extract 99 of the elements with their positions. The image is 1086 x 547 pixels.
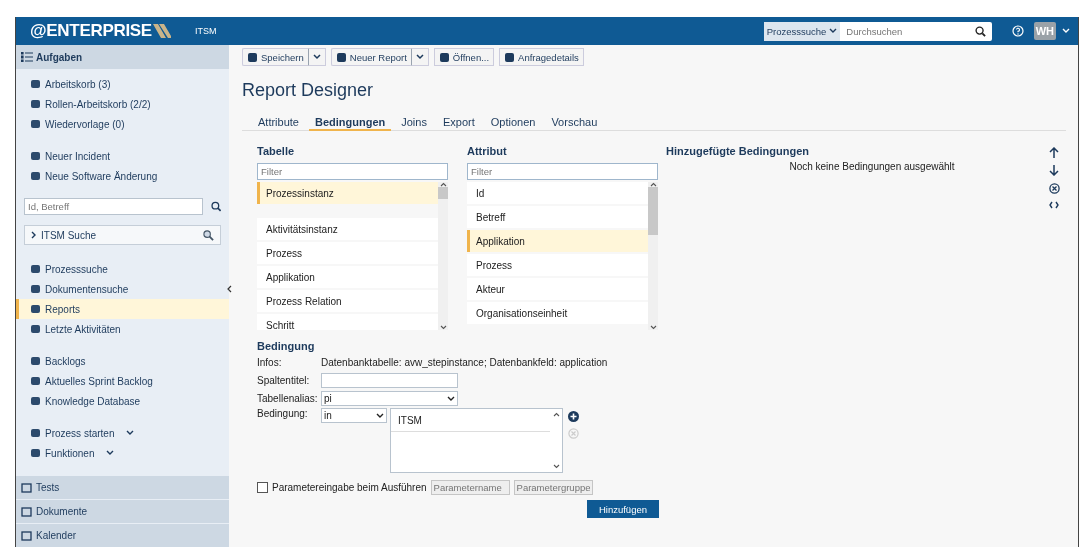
scroll-down-icon[interactable] xyxy=(553,464,560,469)
search-scope-dropdown[interactable]: Prozesssuche xyxy=(763,21,841,41)
chevron-right-icon xyxy=(31,231,37,239)
scroll-up-icon[interactable] xyxy=(439,182,447,187)
column-title-field[interactable] xyxy=(321,373,458,388)
sidebar-item[interactable]: Dokumentensuche xyxy=(16,279,229,299)
sidebar-section[interactable]: Tests xyxy=(16,476,229,499)
checkbox-label: Parametereingabe beim Ausführen xyxy=(272,482,427,493)
page-title: Report Designer xyxy=(242,80,375,102)
toolbar-button[interactable]: Anfragedetails xyxy=(499,48,584,66)
sidebar-item[interactable]: Backlogs xyxy=(16,351,229,371)
chevron-down-icon xyxy=(312,54,321,60)
chevron-down-icon xyxy=(106,450,115,456)
scrollbar-thumb[interactable] xyxy=(438,187,448,199)
search-icon[interactable] xyxy=(210,201,221,212)
list-icon xyxy=(21,52,33,62)
arrow-down-icon[interactable] xyxy=(1049,165,1059,176)
tab[interactable]: Bedingungen xyxy=(308,116,392,131)
sidebar-item[interactable]: Arbeitskorb (3) xyxy=(16,74,229,94)
checkbox[interactable] xyxy=(257,482,268,493)
scrollbar[interactable] xyxy=(648,182,658,330)
dropdown-button[interactable] xyxy=(411,48,429,66)
sidebar-item[interactable]: Aktuelles Sprint Backlog xyxy=(16,371,229,391)
remove-icon[interactable] xyxy=(1048,183,1060,194)
sidebar-section[interactable]: Dokumente xyxy=(16,500,229,523)
scroll-up-icon[interactable] xyxy=(649,182,657,187)
sidebar-item[interactable]: Letzte Aktivitäten xyxy=(16,319,229,339)
info-text: Datenbanktabelle: avw_stepinstance; Datenbankfeld: application xyxy=(321,357,608,368)
add-icon[interactable] xyxy=(568,411,579,422)
toolbar-button[interactable]: Neuer Report xyxy=(330,48,412,66)
empty-message: Noch keine Bedingungen ausgewählt xyxy=(788,161,956,172)
add-button[interactable]: Hinzufügen xyxy=(586,500,659,518)
values-list[interactable]: ITSM xyxy=(390,408,563,473)
field-label: Bedingung: xyxy=(257,408,309,419)
global-search-field[interactable]: Prozesssuche Durchsuchen xyxy=(763,21,992,41)
field-label: Tabellenalias: xyxy=(257,393,319,404)
sidebar-item[interactable]: Neuer Incident xyxy=(16,146,229,166)
toolbar-button[interactable]: Öffnen... xyxy=(433,48,495,66)
list-item[interactable]: Akteur xyxy=(467,278,648,300)
chevron-down-icon[interactable] xyxy=(1062,28,1070,34)
logo[interactable]: @ENTERPRISE xyxy=(30,21,171,41)
chevron-down-icon xyxy=(126,430,135,436)
sidebar-title: Aufgaben xyxy=(36,51,83,63)
field-label: Spaltentitel: xyxy=(257,375,311,386)
list-item[interactable]: Prozessinstanz xyxy=(257,182,438,204)
tab[interactable]: Attribute xyxy=(252,116,305,131)
tab[interactable]: Export xyxy=(436,116,481,131)
id-search-field[interactable]: Id, Betreff xyxy=(24,198,203,215)
sidebar-item[interactable]: Funktionen xyxy=(16,443,229,463)
column-heading: Attribut xyxy=(467,145,508,159)
sidebar-item[interactable]: Prozesssuche xyxy=(16,259,229,279)
scroll-down-icon[interactable] xyxy=(439,325,447,330)
code-icon[interactable] xyxy=(1049,201,1059,209)
logo-stripes-icon xyxy=(152,24,171,38)
scroll-up-icon[interactable] xyxy=(553,412,560,417)
scrollbar-thumb[interactable] xyxy=(648,187,658,235)
column-heading: Tabelle xyxy=(257,145,296,159)
filter-field[interactable]: Filter xyxy=(467,163,658,180)
list-item[interactable]: Aktivitätsinstanz xyxy=(257,218,438,240)
column-heading: Hinzugefügte Bedingungen xyxy=(666,145,810,159)
toolbar-button[interactable]: Speichern xyxy=(242,48,309,66)
sidebar-item[interactable]: Knowledge Database xyxy=(16,391,229,411)
filter-field[interactable]: Filter xyxy=(257,163,448,180)
list-item[interactable]: Organisationseinheit xyxy=(467,302,648,324)
scrollbar[interactable] xyxy=(438,182,448,330)
search-icon xyxy=(203,229,214,241)
list-item[interactable]: Prozess xyxy=(467,254,648,276)
tab[interactable]: Joins xyxy=(395,116,433,131)
sidebar-item[interactable]: Neue Software Änderung xyxy=(16,166,229,186)
value-item[interactable]: ITSM xyxy=(391,409,550,432)
sidebar-header[interactable]: Aufgaben xyxy=(16,45,229,69)
section-heading: Bedingung xyxy=(257,340,316,352)
dropdown-button[interactable] xyxy=(308,48,326,66)
itsm-search-dropdown[interactable]: ITSM Suche xyxy=(24,225,221,245)
sidebar-item[interactable]: Rollen-Arbeitskorb (2/2) xyxy=(16,94,229,114)
sidebar-item[interactable]: Prozess starten xyxy=(16,423,229,443)
list-item[interactable]: Applikation xyxy=(467,230,648,252)
scroll-down-icon[interactable] xyxy=(649,325,657,330)
app-name: ITSM xyxy=(194,26,217,36)
list-item[interactable]: Betreff xyxy=(467,206,648,228)
sidebar-item[interactable]: Reports xyxy=(16,299,229,319)
chevron-down-icon xyxy=(447,395,455,402)
list-item[interactable]: Applikation xyxy=(257,266,438,288)
sidebar-item[interactable]: Wiedervorlage (0) xyxy=(16,114,229,134)
search-icon[interactable] xyxy=(974,25,986,37)
chevron-down-icon xyxy=(829,28,838,34)
field-label: Infos: xyxy=(257,357,283,368)
tab[interactable]: Optionen xyxy=(484,116,542,131)
operator-dropdown[interactable]: in xyxy=(321,408,387,423)
list-item[interactable]: Prozess Relation xyxy=(257,290,438,312)
chevron-down-icon xyxy=(415,54,424,60)
list-item[interactable]: Prozess xyxy=(257,242,438,264)
chevron-down-icon xyxy=(376,412,384,419)
list-item[interactable]: Id xyxy=(467,182,648,204)
sidebar-section[interactable]: Kalender xyxy=(16,524,229,547)
tab[interactable]: Vorschau xyxy=(545,116,604,131)
alias-dropdown[interactable]: pi xyxy=(321,391,458,406)
list-item[interactable]: Schritt xyxy=(257,314,438,330)
arrow-up-icon[interactable] xyxy=(1049,147,1059,158)
